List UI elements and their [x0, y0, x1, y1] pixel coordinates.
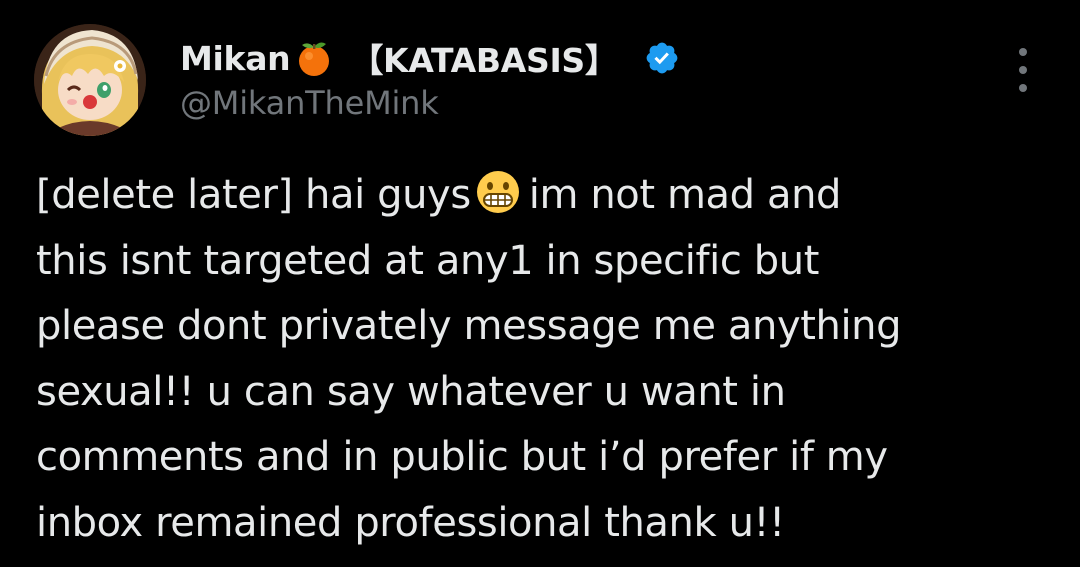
tweet-line-4: sexual!! u can say whatever u want in — [36, 368, 786, 415]
name-row: Mikan 【KATABASIS】 — [180, 34, 1000, 82]
more-options-icon — [1019, 48, 1027, 56]
tweet-line-3: please dont privately message me anythin… — [36, 303, 902, 350]
avatar-image — [34, 24, 146, 136]
more-options-dot — [1019, 66, 1027, 74]
tweet-header: Mikan 【KATABASIS】 @MikanTheMink — [180, 34, 1000, 122]
tweet: Mikan 【KATABASIS】 @MikanTheMink [delete … — [0, 0, 1080, 567]
more-options-button[interactable] — [1008, 48, 1038, 92]
user-handle[interactable]: @MikanTheMink — [180, 84, 1000, 122]
tangerine-icon — [294, 38, 334, 78]
tweet-text: [delete later] hai guys im not mad and t… — [36, 163, 1066, 557]
display-name[interactable]: Mikan — [180, 39, 291, 78]
name-tag[interactable]: 【KATABASIS】 — [350, 34, 618, 82]
tweet-line-1: [delete later] hai guys im not mad and — [36, 163, 1066, 229]
tweet-line-5: comments and in public but i’d prefer if… — [36, 434, 888, 481]
tweet-line-1-start: [delete later] hai guys — [36, 172, 471, 218]
verified-badge-icon[interactable] — [644, 40, 680, 76]
avatar[interactable] — [34, 24, 146, 136]
tweet-line-6: inbox remained professional thank u!! — [36, 499, 785, 546]
grimacing-face-icon — [475, 169, 521, 215]
more-options-dot — [1019, 84, 1027, 92]
tweet-line-1-end: im not mad and — [528, 172, 842, 218]
tweet-line-2: this isnt targeted at any1 in specific b… — [36, 237, 820, 284]
